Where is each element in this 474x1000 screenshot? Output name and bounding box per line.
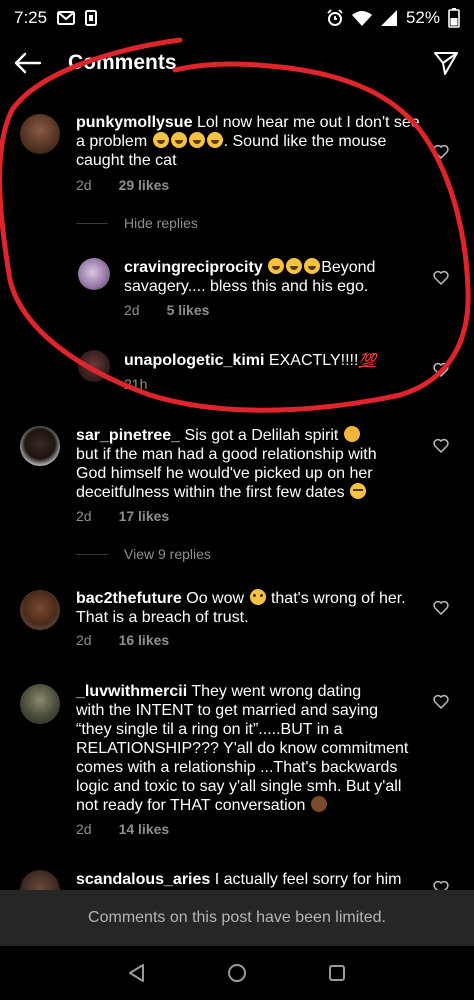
comment-text: cravingreciprocity Beyond savagery.... b… — [124, 258, 376, 295]
comment-likes[interactable]: 16 likes — [119, 632, 170, 648]
laughing-emoji-icon — [152, 132, 169, 148]
avatar[interactable] — [20, 590, 60, 630]
comment-age: 2d — [76, 632, 92, 648]
like-heart-icon[interactable] — [432, 878, 450, 890]
thinking-emoji-icon — [350, 483, 367, 499]
steam-face-emoji-icon — [343, 426, 360, 442]
comment-meta: 2d 29 likes — [76, 177, 169, 193]
avatar[interactable] — [78, 258, 110, 290]
nav-home-button[interactable] — [225, 961, 249, 985]
avatar[interactable] — [78, 350, 110, 382]
divider — [76, 553, 108, 555]
comments-limited-notice: Comments on this post have been limited. — [0, 890, 474, 946]
comment-text: _luvwithmercii They went wrong dating wi… — [76, 683, 409, 814]
back-button[interactable] — [0, 36, 56, 90]
like-heart-icon[interactable] — [432, 598, 450, 616]
comment-username[interactable]: sar_pinetree_ — [76, 427, 180, 444]
comment-age: 2d — [76, 508, 92, 524]
comment-username[interactable]: bac2thefuture — [76, 590, 182, 607]
wifi-icon — [351, 10, 372, 26]
comment-meta: 2d 14 likes — [76, 821, 169, 837]
page-title: Comments — [68, 51, 177, 74]
comment-meta: 21h — [124, 376, 147, 392]
comment-likes[interactable]: 17 likes — [119, 508, 170, 524]
comment-meta: 2d 5 likes — [124, 302, 209, 318]
share-button[interactable] — [418, 36, 474, 90]
comment-text: punkymollysue Lol now hear me out I don'… — [76, 114, 420, 169]
comment-likes[interactable]: 14 likes — [119, 821, 170, 837]
cell-signal-icon — [380, 9, 398, 27]
send-icon — [434, 52, 458, 75]
comment-text: sar_pinetree_ Sis got a Delilah spirit b… — [76, 426, 377, 501]
divider — [76, 222, 108, 224]
avatar[interactable] — [20, 426, 60, 466]
comment-age: 2d — [124, 302, 140, 318]
laughing-emoji-icon — [206, 132, 223, 148]
laughing-emoji-icon — [286, 258, 303, 274]
comment-text: unapologetic_kimi EXACTLY!!!!💯 — [124, 352, 376, 369]
comment-age: 2d — [76, 177, 92, 193]
comments-list[interactable]: punkymollysue Lol now hear me out I don'… — [0, 90, 474, 890]
circle-home-icon — [228, 964, 246, 982]
back-arrow-icon — [14, 52, 42, 74]
comment-age: 2d — [76, 821, 92, 837]
comment-text: bac2thefuture Oo wow that's wrong of her… — [76, 589, 406, 626]
triangle-back-icon — [129, 964, 144, 982]
laughing-emoji-icon — [170, 132, 187, 148]
laughing-emoji-icon — [188, 132, 205, 148]
like-heart-icon[interactable] — [432, 360, 450, 378]
comment-username[interactable]: scandalous_aries — [76, 871, 210, 888]
app-header: Comments — [0, 36, 474, 90]
avatar[interactable] — [20, 684, 60, 724]
clock: 7:25 — [14, 8, 48, 27]
avatar[interactable] — [20, 870, 60, 890]
avatar[interactable] — [20, 114, 60, 154]
flushed-emoji-icon — [249, 589, 266, 605]
like-heart-icon[interactable] — [432, 692, 450, 710]
comment-likes[interactable]: 5 likes — [167, 302, 210, 318]
battery-percent: 52% — [405, 8, 440, 27]
comment-username[interactable]: unapologetic_kimi — [124, 352, 264, 369]
like-heart-icon[interactable] — [432, 142, 450, 160]
like-heart-icon[interactable] — [432, 436, 450, 454]
nav-back-button[interactable] — [125, 961, 149, 985]
system-nav-bar — [0, 946, 474, 1000]
comment-username[interactable]: punkymollysue — [76, 114, 192, 131]
laughing-emoji-icon — [304, 258, 321, 274]
hundred-points-emoji-icon: 💯 — [358, 352, 376, 368]
comment-likes[interactable]: 29 likes — [119, 177, 170, 193]
square-recents-icon — [329, 965, 345, 981]
comment-text: scandalous_aries I actually feel sorry f… — [76, 871, 402, 888]
battery-icon — [448, 8, 460, 28]
comment-username[interactable]: _luvwithmercii — [76, 683, 187, 700]
gmail-icon — [57, 11, 76, 25]
nav-recents-button[interactable] — [325, 961, 349, 985]
like-heart-icon[interactable] — [432, 268, 450, 286]
comment-username[interactable]: cravingreciprocity — [124, 259, 263, 276]
laughing-emoji-icon — [268, 258, 285, 274]
view-replies-button[interactable]: View 9 replies — [76, 546, 211, 562]
comment-meta: 2d 17 likes — [76, 508, 169, 524]
facepalm-emoji-icon — [310, 796, 327, 812]
comment-age: 21h — [124, 376, 148, 392]
hide-replies-button[interactable]: Hide replies — [76, 215, 198, 231]
comment-meta: 2d 16 likes — [76, 632, 169, 648]
sim-icon — [85, 10, 98, 26]
alarm-icon — [326, 9, 344, 27]
status-bar: 7:25 52% — [0, 0, 474, 36]
